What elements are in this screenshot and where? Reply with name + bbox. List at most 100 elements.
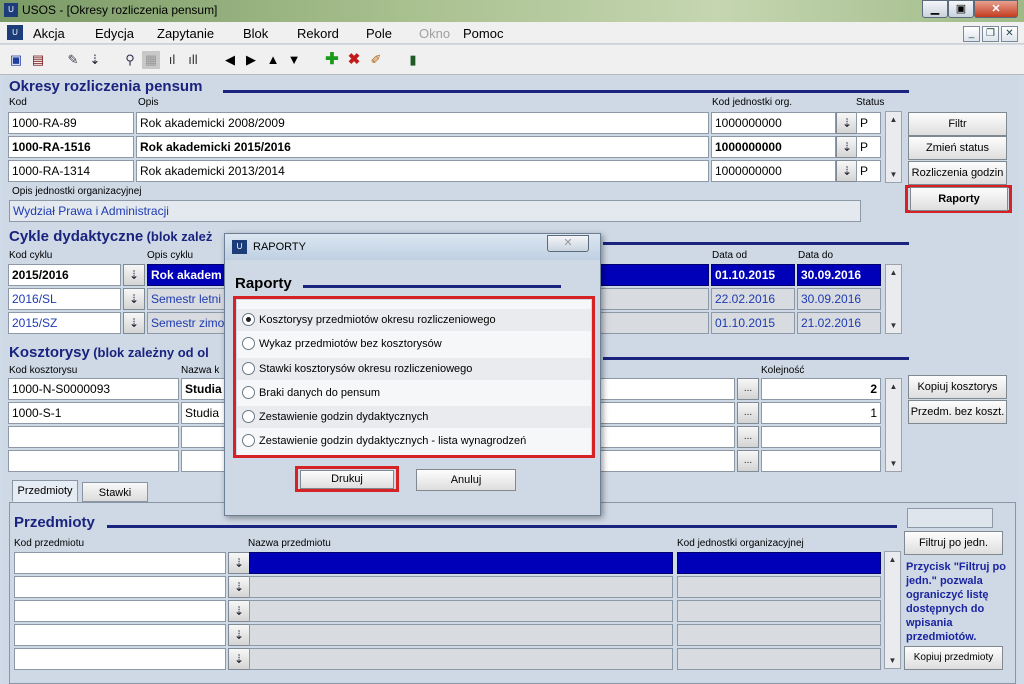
menu-pole[interactable]: Pole [366,26,392,41]
radio-icon[interactable] [242,386,255,399]
kosztorys-kod-field[interactable]: 1000-N-S0000093 [8,378,179,400]
kopiuj-kosztorys-button[interactable]: Kopiuj kosztorys [908,375,1007,399]
radio-icon[interactable] [242,313,255,326]
przedmiot-kod-field[interactable] [14,600,226,622]
query-icon[interactable]: ⚲ [121,51,139,69]
menu-okno[interactable]: Okno [419,26,450,41]
okres-jedn-lov-button[interactable]: ⇣ [836,112,858,134]
menu-blok[interactable]: Blok [243,26,268,41]
menu-zapytanie[interactable]: Zapytanie [157,26,214,41]
kosztorys-kolejnosc-field[interactable] [761,426,881,448]
kosztorys-more-button[interactable]: ... [737,402,759,424]
menu-rekord[interactable]: Rekord [297,26,339,41]
kosztorys-kolejnosc-field[interactable]: 2 [761,378,881,400]
anuluj-button[interactable]: Anuluj [416,469,516,491]
przedmiot-kod-field[interactable] [14,552,226,574]
kosztorys-kod-field[interactable] [8,426,179,448]
kopiuj-przedmioty-button[interactable]: Kopiuj przedmioty [904,646,1003,670]
przedmiot-lov-button[interactable]: ⇣ [228,552,250,574]
przedm-bez-koszt-button[interactable]: Przedm. bez koszt. [908,400,1007,424]
radio-icon[interactable] [242,434,255,447]
dialog-close-button[interactable]: ✕ [547,235,589,252]
okres-opis-field[interactable]: Rok akademicki 2015/2016 [136,136,709,158]
download-icon[interactable]: ⇣ [86,51,104,69]
cykl-data-do[interactable]: 30.09.2016 [797,264,881,286]
okres-status-field[interactable]: P [856,136,881,158]
drukuj-button[interactable]: Drukuj [300,470,394,489]
okres-jedn-lov-button[interactable]: ⇣ [836,136,858,158]
okres-jedn-field[interactable]: 1000000000 [711,112,836,134]
mdi-restore-button[interactable]: ❐ [982,26,999,42]
report-option[interactable]: Braki danych do pensum [237,382,591,404]
kosztorys-more-button[interactable]: ... [737,426,759,448]
okres-kod-field[interactable]: 1000-RA-1516 [8,136,134,158]
cykl-data-do[interactable]: 21.02.2016 [797,312,881,334]
kosztorys-kolejnosc-field[interactable]: 1 [761,402,881,424]
scroll-up-icon[interactable]: ▲ [885,552,900,567]
przedmioty-scrollbar[interactable]: ▲ ▼ [884,551,901,669]
radio-icon[interactable] [242,337,255,350]
tab-przedmioty[interactable]: Przedmioty [12,480,78,502]
radio-icon[interactable] [242,410,255,423]
filtr-button[interactable]: Filtr [908,112,1007,136]
przedmiot-jedn-field[interactable] [677,600,881,622]
prev-block-icon[interactable]: ▲ [264,51,282,69]
przedmiot-kod-field[interactable] [14,624,226,646]
count-all-icon[interactable]: ıll [184,51,202,69]
okres-jedn-lov-button[interactable]: ⇣ [836,160,858,182]
okres-opis-field[interactable]: Rok akademicki 2013/2014 [136,160,709,182]
kosztorys-more-button[interactable]: ... [737,378,759,400]
mdi-minimize-button[interactable]: _ [963,26,980,42]
scroll-down-icon[interactable]: ▼ [885,653,900,668]
cykl-lov-button[interactable]: ⇣ [123,264,145,286]
close-button[interactable]: ✕ [974,0,1018,18]
insert-record-icon[interactable]: ✚ [323,51,341,69]
cykl-data-od[interactable]: 01.10.2015 [711,264,795,286]
zmien-status-button[interactable]: Zmień status [908,136,1007,160]
scroll-up-icon[interactable]: ▲ [886,112,901,127]
kosztorys-more-button[interactable]: ... [737,450,759,472]
cykl-kod-field[interactable]: 2015/SZ [8,312,121,334]
przedmiot-lov-button[interactable]: ⇣ [228,624,250,646]
prev-record-icon[interactable]: ◀ [221,51,239,69]
next-block-icon[interactable]: ▼ [285,51,303,69]
query-run-icon[interactable]: ▦ [142,51,160,69]
przedmiot-lov-button[interactable]: ⇣ [228,600,250,622]
okres-status-field[interactable]: P [856,160,881,182]
maximize-button[interactable]: ▣ [948,0,974,18]
cykle-scrollbar[interactable]: ▲ ▼ [885,264,902,334]
report-option[interactable]: Kosztorysy przedmiotów okresu rozliczeni… [237,309,591,331]
save-icon[interactable]: ▣ [7,51,25,69]
cykl-data-od[interactable]: 22.02.2016 [711,288,795,310]
przedmiot-nazwa-field[interactable] [249,552,673,574]
przedmiot-kod-field[interactable] [14,576,226,598]
przedmiot-lov-button[interactable]: ⇣ [228,648,250,670]
okres-jedn-field[interactable]: 1000000000 [711,136,836,158]
przedmiot-nazwa-field[interactable] [249,576,673,598]
kosztorys-kolejnosc-field[interactable] [761,450,881,472]
radio-icon[interactable] [242,362,255,375]
okres-jedn-field[interactable]: 1000000000 [711,160,836,182]
exit-icon[interactable]: ▮ [404,51,422,69]
count-icon[interactable]: ıl [163,51,181,69]
mdi-close-button[interactable]: ✕ [1001,26,1018,42]
delete-record-icon[interactable]: ✖ [345,51,363,69]
cykl-lov-button[interactable]: ⇣ [123,288,145,310]
okres-kod-field[interactable]: 1000-RA-89 [8,112,134,134]
report-option[interactable]: Zestawienie godzin dydaktycznych [237,406,591,428]
przedmiot-jedn-field[interactable] [677,624,881,646]
raporty-button[interactable]: Raporty [910,187,1008,211]
scroll-down-icon[interactable]: ▼ [886,456,901,471]
przedmiot-kod-field[interactable] [14,648,226,670]
tab-stawki[interactable]: Stawki [82,482,148,502]
rozliczenia-godzin-button[interactable]: Rozliczenia godzin [908,161,1007,185]
scroll-down-icon[interactable]: ▼ [886,167,901,182]
report-option[interactable]: Zestawienie godzin dydaktycznych - lista… [237,430,591,452]
cykl-kod-field[interactable]: 2016/SL [8,288,121,310]
przedmiot-jedn-field[interactable] [677,576,881,598]
menu-pomoc[interactable]: Pomoc [463,26,503,41]
cykl-data-od[interactable]: 01.10.2015 [711,312,795,334]
cykl-lov-button[interactable]: ⇣ [123,312,145,334]
clear-record-icon[interactable]: ✐ [367,51,385,69]
przedmiot-jedn-field[interactable] [677,648,881,670]
